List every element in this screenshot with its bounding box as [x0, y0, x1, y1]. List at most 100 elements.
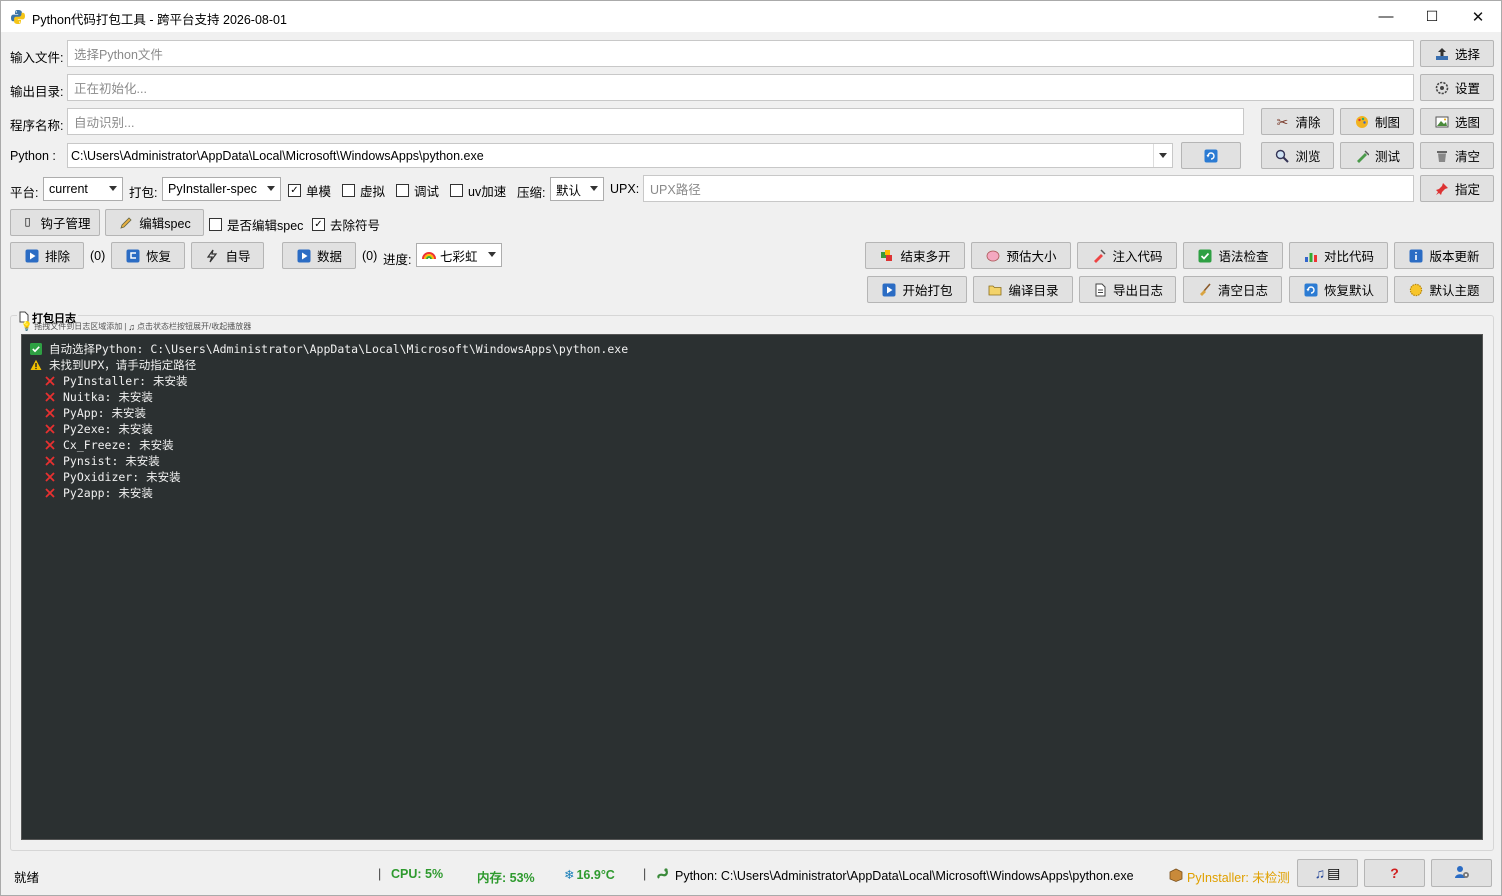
cross-icon: [43, 438, 57, 452]
refresh-icon: [1203, 148, 1219, 164]
log-line-text: Py2exe: 未安装: [63, 422, 153, 436]
default-theme-button[interactable]: 默认主题: [1394, 276, 1494, 303]
inject-code-button[interactable]: 注入代码: [1077, 242, 1177, 269]
check-icon: [29, 342, 43, 356]
auto-import-button[interactable]: 自导: [191, 242, 264, 269]
platform-select[interactable]: current: [43, 177, 123, 201]
check-icon: [1197, 248, 1213, 264]
log-line: PyInstaller: 未安装: [22, 373, 1482, 389]
input-file-field[interactable]: 选择Python文件: [67, 40, 1414, 67]
restore-default-button[interactable]: 恢复默认: [1289, 276, 1388, 303]
status-cpu: CPU: 5%: [391, 867, 444, 881]
log-line-text: Pynsist: 未安装: [63, 454, 160, 468]
log-line-text: Nuitka: 未安装: [63, 390, 153, 404]
output-dir-field[interactable]: 正在初始化...: [67, 74, 1414, 101]
chevron-down-icon: [590, 186, 598, 191]
title-bar: Python代码打包工具 - 跨平台支持 2026-08-01 — ☐ ✕: [1, 1, 1501, 32]
pencil-icon: [118, 215, 134, 231]
export-log-button[interactable]: 导出日志: [1079, 276, 1176, 303]
program-name-field[interactable]: 自动识别...: [67, 108, 1244, 135]
browse-python-button[interactable]: 浏览: [1261, 142, 1334, 169]
data-count: (0): [362, 249, 378, 263]
music-player-button[interactable]: ♫ ▤: [1297, 859, 1358, 887]
hint-separator: |: [124, 322, 127, 331]
exclude-button[interactable]: 排除: [10, 242, 84, 269]
python-path-dropdown[interactable]: [1153, 144, 1172, 167]
default-theme-label: 默认主题: [1429, 284, 1480, 298]
log-line: Cx_Freeze: 未安装: [22, 437, 1482, 453]
play-icon: [24, 248, 40, 264]
draw-icon-label: 制图: [1374, 116, 1400, 130]
debug-checkbox[interactable]: 调试: [396, 181, 439, 200]
log-output[interactable]: 自动选择Python: C:\Users\Administrator\AppDa…: [21, 334, 1483, 840]
close-button[interactable]: ✕: [1455, 1, 1501, 32]
help-button[interactable]: ?: [1364, 859, 1425, 887]
browse-label: 浏览: [1295, 150, 1321, 164]
status-python: Python: C:\Users\Administrator\AppData\L…: [656, 867, 1134, 884]
hook-manage-label: 钩子管理: [40, 217, 91, 231]
compile-dir-button[interactable]: 编译目录: [973, 276, 1073, 303]
python-path-combo[interactable]: C:\Users\Administrator\AppData\Local\Mic…: [67, 143, 1173, 168]
estimate-size-button[interactable]: 预估大小: [971, 242, 1071, 269]
pick-image-button[interactable]: 选图: [1420, 108, 1494, 135]
cross-icon: [43, 374, 57, 388]
compress-select[interactable]: 默认: [550, 177, 604, 201]
cross-icon: [43, 406, 57, 420]
app-window: Python代码打包工具 - 跨平台支持 2026-08-01 — ☐ ✕ 输入…: [0, 0, 1502, 896]
log-line: 未找到UPX，请手动指定路径: [22, 357, 1482, 373]
maximize-button[interactable]: ☐: [1409, 1, 1455, 32]
version-update-button[interactable]: 版本更新: [1394, 242, 1494, 269]
assign-label: 指定: [1454, 183, 1480, 197]
lightning-icon: [204, 248, 220, 264]
hook-manage-button[interactable]: ▯ 钩子管理: [10, 209, 100, 236]
log-line-text: PyApp: 未安装: [63, 406, 146, 420]
chevron-down-icon: [267, 186, 275, 191]
test-label: 测试: [1374, 150, 1400, 164]
empty-python-button[interactable]: 清空: [1420, 142, 1494, 169]
package-icon: [1169, 868, 1183, 885]
snowflake-icon: ❄: [564, 868, 575, 882]
syringe-icon: [1354, 148, 1370, 164]
upx-path-field[interactable]: UPX路径: [643, 175, 1414, 202]
data-button[interactable]: 数据: [282, 242, 356, 269]
clear-name-label: 清除: [1295, 116, 1321, 130]
pyinstaller-status: PyInstaller: 未检测: [1187, 871, 1290, 885]
refresh-python-button[interactable]: [1181, 142, 1241, 169]
settings-label: 设置: [1454, 82, 1480, 96]
uv-accel-checkbox[interactable]: uv加速: [450, 181, 506, 200]
start-pack-button[interactable]: 开始打包: [867, 276, 967, 303]
refresh-icon: [1303, 282, 1319, 298]
auto-import-label: 自导: [225, 250, 251, 264]
clear-log-button[interactable]: 清空日志: [1183, 276, 1282, 303]
progress-label: 进度:: [383, 253, 412, 267]
debug-label: 调试: [414, 185, 440, 199]
strip-symbols-checkbox[interactable]: ✓ 去除符号: [312, 215, 380, 234]
strip-symbols-label: 去除符号: [330, 219, 381, 233]
clear-log-label: 清空日志: [1217, 284, 1268, 298]
test-python-button[interactable]: 测试: [1340, 142, 1414, 169]
cross-icon: [43, 454, 57, 468]
platform-value: current: [49, 182, 88, 196]
single-mode-checkbox[interactable]: ✓ 单模: [288, 181, 331, 200]
pack-select[interactable]: PyInstaller-spec: [162, 177, 281, 201]
draw-icon-button[interactable]: 制图: [1340, 108, 1414, 135]
assign-upx-button[interactable]: 指定: [1420, 175, 1494, 202]
progress-style-select[interactable]: 七彩虹: [416, 243, 502, 267]
user-settings-button[interactable]: [1431, 859, 1492, 887]
restore-button[interactable]: 恢复: [111, 242, 185, 269]
log-line: PyApp: 未安装: [22, 405, 1482, 421]
edit-spec-checkbox[interactable]: 是否编辑spec: [209, 215, 303, 234]
compare-code-button[interactable]: 对比代码: [1289, 242, 1388, 269]
edit-spec-button[interactable]: 编辑spec: [105, 209, 204, 236]
minimize-button[interactable]: —: [1363, 1, 1409, 32]
syntax-check-button[interactable]: 语法检查: [1183, 242, 1283, 269]
settings-button[interactable]: 设置: [1420, 74, 1494, 101]
end-multi-button[interactable]: 结束多开: [865, 242, 965, 269]
checkbox-box: [209, 218, 222, 231]
clear-name-button[interactable]: ✂ 清除: [1261, 108, 1334, 135]
log-line: Py2app: 未安装: [22, 485, 1482, 501]
choose-file-button[interactable]: 选择: [1420, 40, 1494, 67]
syntax-check-label: 语法检查: [1218, 250, 1269, 264]
virtual-env-checkbox[interactable]: 虚拟: [342, 181, 385, 200]
temperature-value: 16.9°C: [576, 867, 615, 882]
